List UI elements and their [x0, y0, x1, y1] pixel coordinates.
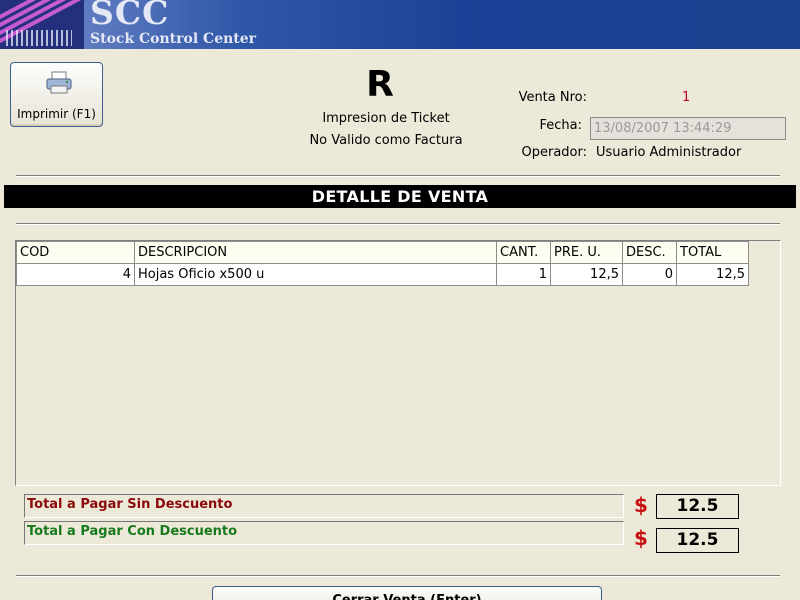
ticket-caption: Impresion de Ticket [322, 111, 450, 126]
total-con-descuento-value: 12.5 [656, 528, 739, 553]
date-field[interactable]: 13/08/2007 13:44:29 [590, 117, 786, 140]
divider [16, 175, 780, 177]
cell-pre-u[interactable]: 12,5 [550, 263, 623, 286]
cell-desc[interactable]: 0 [622, 263, 677, 286]
venta-number-label: Venta Nro: [518, 90, 587, 105]
cell-cod[interactable]: 4 [16, 263, 135, 286]
total-sin-descuento-label: Total a Pagar Sin Descuento [24, 494, 624, 518]
column-header-desc[interactable]: DESC. [622, 241, 677, 264]
cell-total[interactable]: 12,5 [676, 263, 749, 286]
table-row[interactable]: 4 Hojas Oficio x500 u 1 12,5 0 12,5 [16, 263, 749, 286]
print-button[interactable]: Imprimir (F1) [10, 62, 103, 127]
operator-label: Operador: [521, 145, 588, 160]
table-header-row: COD DESCRIPCION CANT. PRE. U. DESC. TOTA… [16, 241, 749, 264]
cell-cant[interactable]: 1 [496, 263, 551, 286]
print-button-label: Imprimir (F1) [17, 107, 96, 121]
total-sin-descuento-value: 12.5 [656, 494, 739, 519]
cell-descripcion[interactable]: Hojas Oficio x500 u [134, 263, 497, 286]
app-title: SCC [90, 0, 170, 32]
column-header-pre-u[interactable]: PRE. U. [550, 241, 623, 264]
currency-symbol: $ [634, 526, 648, 550]
currency-symbol: $ [634, 493, 648, 517]
sale-detail-grid[interactable]: COD DESCRIPCION CANT. PRE. U. DESC. TOTA… [15, 240, 781, 486]
column-header-cant[interactable]: CANT. [496, 241, 551, 264]
column-header-descripcion[interactable]: DESCRIPCION [134, 241, 497, 264]
app-subtitle: Stock Control Center [90, 31, 257, 47]
close-sale-button[interactable]: Cerrar Venta (Enter) [212, 586, 602, 600]
ticket-type-letter: R [366, 64, 394, 105]
ticket-disclaimer: No Valido como Factura [309, 133, 463, 148]
logo-art [0, 0, 84, 49]
section-title: DETALLE DE VENTA [4, 185, 796, 208]
total-con-descuento-label: Total a Pagar Con Descuento [24, 521, 624, 545]
column-header-cod[interactable]: COD [16, 241, 135, 264]
date-label: Fecha: [539, 118, 583, 133]
venta-number-value: 1 [682, 90, 691, 105]
divider [16, 223, 780, 225]
operator-value: Usuario Administrador [596, 145, 742, 160]
printer-icon [46, 71, 72, 94]
app-banner: SCC Stock Control Center [0, 0, 800, 49]
column-header-total[interactable]: TOTAL [676, 241, 749, 264]
sale-detail-table: COD DESCRIPCION CANT. PRE. U. DESC. TOTA… [16, 241, 749, 286]
divider [16, 575, 780, 577]
